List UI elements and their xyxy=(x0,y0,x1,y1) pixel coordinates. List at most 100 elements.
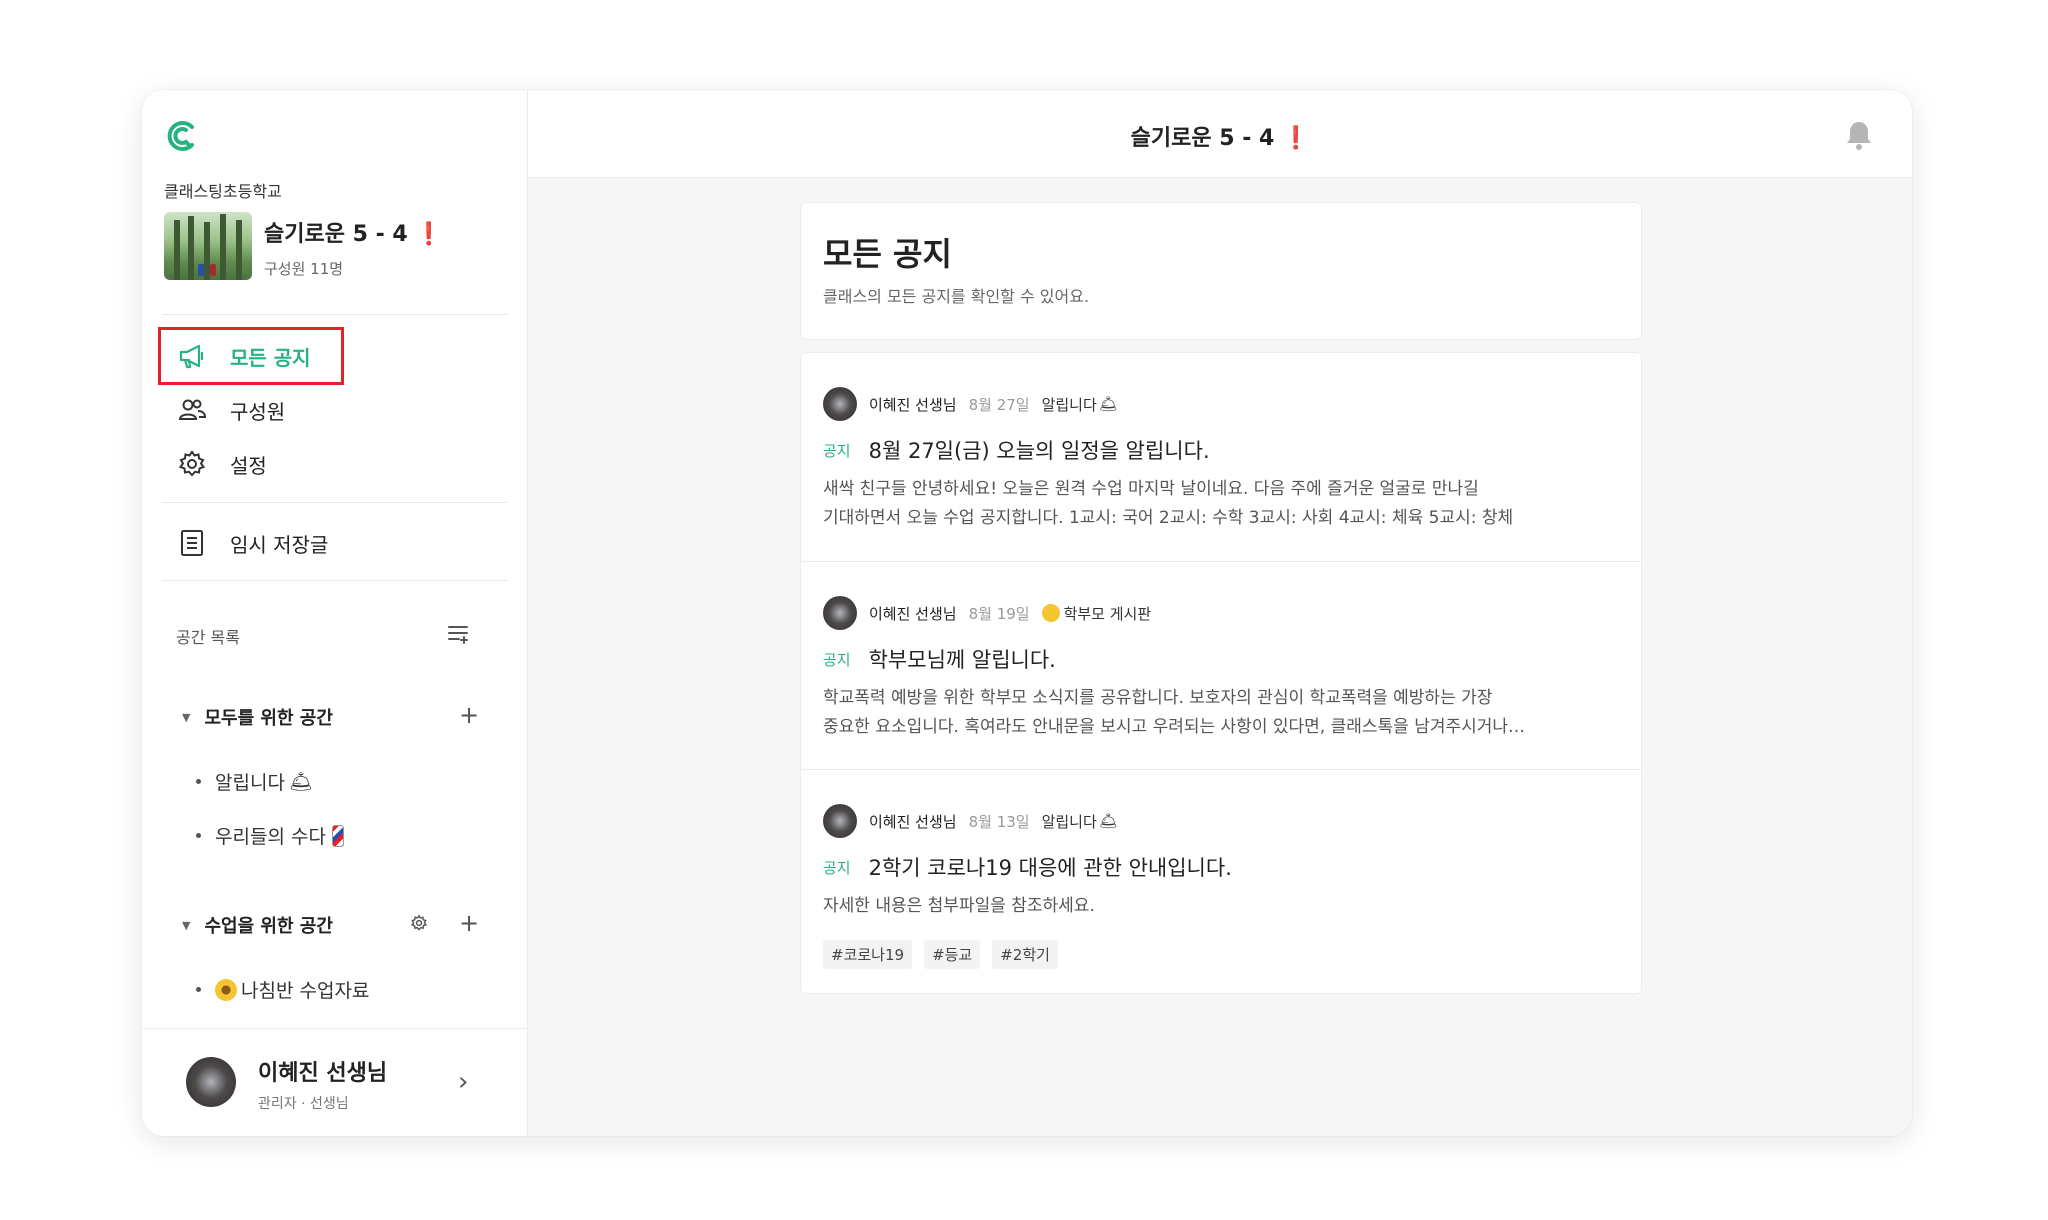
section-subtitle: 클래스의 모든 공지를 확인할 수 있어요. xyxy=(823,287,1090,306)
gear-icon[interactable] xyxy=(406,910,432,936)
post-author: 이혜진 선생님 xyxy=(869,395,957,414)
caret-down-icon: ▼ xyxy=(182,710,191,724)
school-name: 클래스팅초등학교 xyxy=(164,182,282,201)
notice-post[interactable]: 이혜진 선생님 8월 19일 학부모 게시판 공지 학부모님께 알립니다. 학교… xyxy=(801,561,1641,769)
add-icon[interactable]: + xyxy=(456,909,482,937)
bullet-dot xyxy=(196,833,201,838)
post-author: 이혜진 선생님 xyxy=(869,604,957,623)
nav-label-notices: 모든 공지 xyxy=(230,345,311,370)
red-exclamation-icon: ❗ xyxy=(415,222,443,247)
spaces-header: 공간 목록 xyxy=(176,628,240,647)
hashtag[interactable]: #코로나19 xyxy=(823,940,913,969)
notice-post[interactable]: 이혜진 선생님 8월 27일 알립니다 🛎 공지 8월 27일(금) 오늘의 일… xyxy=(801,353,1641,561)
post-meta: 이혜진 선생님 8월 19일 학부모 게시판 xyxy=(823,596,1151,630)
class-member-count: 구성원 11명 xyxy=(264,260,344,278)
caret-down-icon: ▼ xyxy=(182,918,191,932)
divider xyxy=(162,314,508,315)
page-title-text: 슬기로운 5 - 4 xyxy=(1130,126,1275,151)
sunflower-icon xyxy=(215,978,237,1001)
class-title-text: 슬기로운 5 - 4 xyxy=(264,222,408,247)
notice-tag: 공지 xyxy=(823,441,851,460)
space-item-label: 나침반 수업자료 xyxy=(241,980,370,1002)
document-icon xyxy=(176,527,208,559)
class-cover-image[interactable] xyxy=(164,212,252,280)
post-title: 공지 2학기 코로나19 대응에 관한 안내입니다. xyxy=(823,852,1232,882)
bell-icon[interactable] xyxy=(1842,118,1876,152)
post-title: 공지 8월 27일(금) 오늘의 일정을 알립니다. xyxy=(823,435,1210,465)
user-profile[interactable]: 이혜진 선생님 관리자 · 선생님 › xyxy=(142,1028,528,1136)
smiley-icon xyxy=(1041,604,1060,622)
avatar xyxy=(186,1057,236,1107)
space-item-chat[interactable]: 우리들의 수다 xyxy=(196,822,344,849)
post-space: 알립니다 🛎 xyxy=(1042,394,1118,415)
space-item-announcements[interactable]: 알립니다 🛎 xyxy=(196,768,313,795)
notices-header-card: 모든 공지 클래스의 모든 공지를 확인할 수 있어요. xyxy=(800,202,1642,340)
notice-list: 이혜진 선생님 8월 27일 알립니다 🛎 공지 8월 27일(금) 오늘의 일… xyxy=(800,352,1642,994)
post-title: 공지 학부모님께 알립니다. xyxy=(823,644,1056,674)
post-space: 알립니다 🛎 xyxy=(1042,811,1118,832)
bell-emoji-icon: 🛎 xyxy=(1098,395,1118,413)
hashtag-list: #코로나19 #등교 #2학기 xyxy=(823,940,1070,969)
post-date: 8월 27일 xyxy=(968,395,1030,414)
main-content: 슬기로운 5 - 4 ❗ 모든 공지 클래스의 모든 공지를 확인할 수 있어요… xyxy=(528,90,1912,1136)
nav-label-members: 구성원 xyxy=(230,399,286,424)
nav-item-drafts[interactable]: 임시 저장글 xyxy=(176,523,328,563)
nav-item-members[interactable]: 구성원 xyxy=(176,390,285,430)
post-space: 학부모 게시판 xyxy=(1041,603,1152,624)
bell-emoji-icon: 🛎 xyxy=(288,771,314,793)
hashtag[interactable]: #등교 xyxy=(924,940,981,969)
page-title: 슬기로운 5 - 4 ❗ xyxy=(528,120,1912,152)
red-exclamation-icon: ❗ xyxy=(1281,126,1310,151)
post-meta: 이혜진 선생님 8월 27일 알립니다 🛎 xyxy=(823,387,1118,421)
space-item-label: 알립니다 xyxy=(215,772,285,794)
space-item-label: 우리들의 수다 xyxy=(215,826,326,848)
post-space-label: 학부모 게시판 xyxy=(1063,604,1152,623)
class-title: 슬기로운 5 - 4 ❗ xyxy=(264,216,443,248)
bell-emoji-icon: 🛎 xyxy=(1098,812,1118,830)
chevron-right-icon[interactable]: › xyxy=(458,1067,468,1097)
space-group-everyone[interactable]: ▼ 모두를 위한 공간 xyxy=(182,704,333,730)
app-window: 클래스팅초등학교 슬기로운 5 - 4 ❗ 구성원 11명 모든 공지 구성원 … xyxy=(142,90,1912,1136)
nav-item-settings[interactable]: 설정 xyxy=(176,444,267,484)
list-edit-icon[interactable] xyxy=(446,620,472,646)
space-group-title: 수업을 위한 공간 xyxy=(204,916,333,937)
post-title-text: 8월 27일(금) 오늘의 일정을 알립니다. xyxy=(868,439,1210,463)
section-title: 모든 공지 xyxy=(823,235,952,273)
divider xyxy=(162,580,508,581)
notice-post[interactable]: 이혜진 선생님 8월 13일 알립니다 🛎 공지 2학기 코로나19 대응에 관… xyxy=(801,769,1641,995)
add-icon[interactable]: + xyxy=(456,701,482,729)
post-body-line: 자세한 내용은 첨부파일을 참조하세요. xyxy=(823,896,1095,916)
post-body: 학교폭력 예방을 위한 학부모 소식지를 공유합니다. 보호자의 관심이 학교폭… xyxy=(823,684,1603,742)
nav-item-all-notices[interactable]: 모든 공지 xyxy=(176,336,311,376)
space-item-compass-materials[interactable]: 나침반 수업자료 xyxy=(196,976,369,1003)
post-space-label: 알립니다 xyxy=(1041,812,1097,831)
nav-label-drafts: 임시 저장글 xyxy=(230,532,329,557)
top-bar: 슬기로운 5 - 4 ❗ xyxy=(528,90,1912,178)
post-date: 8월 19일 xyxy=(968,604,1030,623)
hashtag[interactable]: #2학기 xyxy=(992,940,1058,969)
post-body-line: 기대하면서 오늘 수업 공지합니다. 1교시: 국어 2교시: 수학 3교시: … xyxy=(823,508,1514,528)
nav-label-settings: 설정 xyxy=(230,453,267,478)
avatar xyxy=(823,804,857,838)
post-body-line: 중요한 요소입니다. 혹여라도 안내문을 보시고 우려되는 사항이 있다면, 클… xyxy=(823,717,1526,737)
post-date: 8월 13일 xyxy=(968,812,1030,831)
profile-role: 관리자 · 선생님 xyxy=(258,1096,349,1112)
post-author: 이혜진 선생님 xyxy=(869,812,957,831)
post-body: 자세한 내용은 첨부파일을 참조하세요. xyxy=(823,892,1603,921)
avatar xyxy=(823,596,857,630)
space-group-title: 모두를 위한 공간 xyxy=(204,708,333,729)
post-space-label: 알립니다 xyxy=(1041,395,1097,414)
post-meta: 이혜진 선생님 8월 13일 알립니다 🛎 xyxy=(823,804,1118,838)
bullet-dot xyxy=(196,779,201,784)
avatar xyxy=(823,387,857,421)
megaphone-icon xyxy=(176,340,208,372)
gear-icon xyxy=(176,448,208,480)
notice-tag: 공지 xyxy=(823,858,851,877)
post-body-line: 학교폭력 예방을 위한 학부모 소식지를 공유합니다. 보호자의 관심이 학교폭… xyxy=(823,688,1493,708)
post-title-text: 학부모님께 알립니다. xyxy=(868,648,1056,672)
sidebar: 클래스팅초등학교 슬기로운 5 - 4 ❗ 구성원 11명 모든 공지 구성원 … xyxy=(142,90,528,1136)
divider xyxy=(162,502,508,503)
barber-pole-icon xyxy=(331,824,344,847)
classting-logo-icon[interactable] xyxy=(164,118,200,154)
space-group-class[interactable]: ▼ 수업을 위한 공간 xyxy=(182,912,333,938)
